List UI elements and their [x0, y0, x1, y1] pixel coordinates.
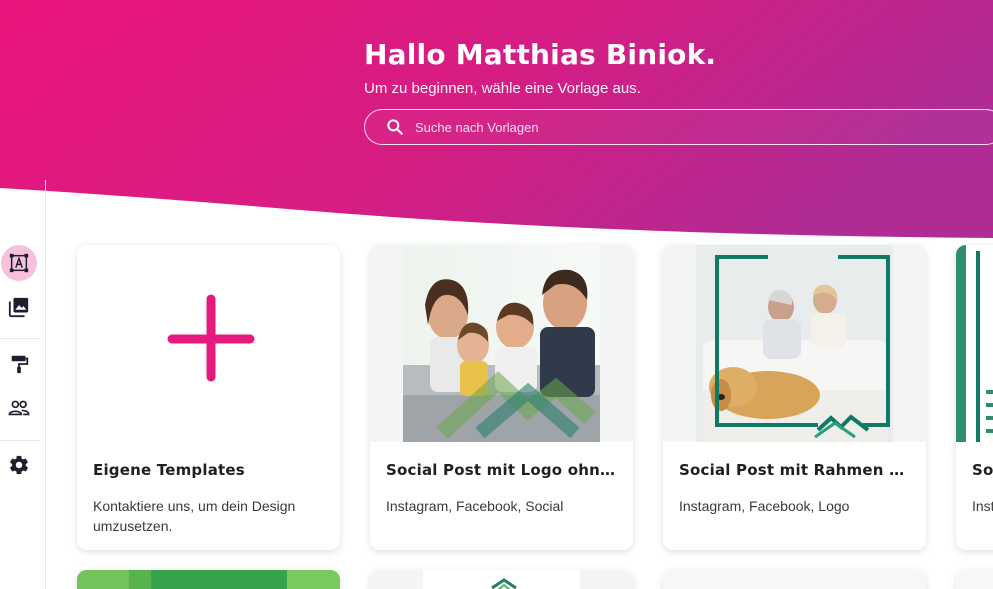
template-card-frame-logo[interactable]: Social Post mit Rahmen und Logo Instagra…	[663, 245, 926, 550]
sidebar-item-media[interactable]	[1, 289, 37, 325]
family-photo-image	[403, 245, 600, 442]
paint-roller-icon	[11, 355, 29, 374]
gear-icon	[10, 455, 28, 475]
template-card-row2-2[interactable]	[370, 570, 633, 589]
sidebar	[0, 180, 46, 589]
template-description: Instagram, Facebook, Social	[386, 498, 564, 514]
template-title: Social Post mit Logo ohne Text	[386, 461, 618, 479]
template-description: Instagram, Facebook, Logo	[679, 498, 850, 514]
sidebar-item-templates[interactable]	[1, 245, 37, 281]
template-title: Social Post	[972, 461, 993, 479]
people-icon	[8, 400, 30, 416]
greeting-subline: Um zu beginnen, wähle eine Vorlage aus.	[364, 80, 641, 97]
template-title: Eigene Templates	[93, 461, 245, 479]
template-thumbnail	[956, 570, 993, 589]
template-card-logo-no-text[interactable]: Social Post mit Logo ohne Text Instagram…	[370, 245, 633, 550]
green-template-thumbnail	[77, 570, 340, 589]
template-card-custom[interactable]: Eigene Templates Kontaktiere uns, um dei…	[77, 245, 340, 550]
template-description: Kontaktiere uns, um dein Design umzusetz…	[93, 498, 296, 534]
template-search-box[interactable]	[364, 109, 993, 145]
template-thumbnail	[956, 245, 993, 442]
template-thumbnail	[77, 245, 340, 442]
sidebar-item-team[interactable]	[1, 390, 37, 426]
search-input[interactable]	[415, 119, 975, 135]
template-thumbnail	[370, 245, 633, 442]
couple-dog-photo-image	[696, 245, 893, 442]
logo-template-thumbnail	[370, 570, 633, 589]
sidebar-divider	[0, 440, 40, 441]
template-card-social-post[interactable]: Social Post Instagram	[956, 245, 993, 550]
search-icon	[387, 119, 403, 135]
template-gallery-page: Hallo Matthias Biniok. Um zu beginnen, w…	[0, 0, 993, 589]
plus-icon	[167, 294, 255, 382]
template-card-row2-4[interactable]	[956, 570, 993, 589]
template-title: Social Post mit Rahmen und Logo	[679, 461, 911, 479]
sidebar-item-settings[interactable]	[1, 447, 37, 483]
text-frame-icon	[9, 253, 29, 273]
template-description: Instagram	[972, 498, 993, 514]
sidebar-item-branding[interactable]	[1, 346, 37, 382]
template-card-row2-3[interactable]	[663, 570, 926, 589]
image-library-icon	[8, 297, 29, 318]
template-card-row2-1[interactable]	[77, 570, 340, 589]
template-thumbnail	[663, 245, 926, 442]
green-frame-image	[956, 245, 993, 442]
greeting-heading: Hallo Matthias Biniok.	[364, 38, 717, 71]
sidebar-divider	[0, 338, 40, 339]
template-thumbnail	[663, 570, 926, 589]
